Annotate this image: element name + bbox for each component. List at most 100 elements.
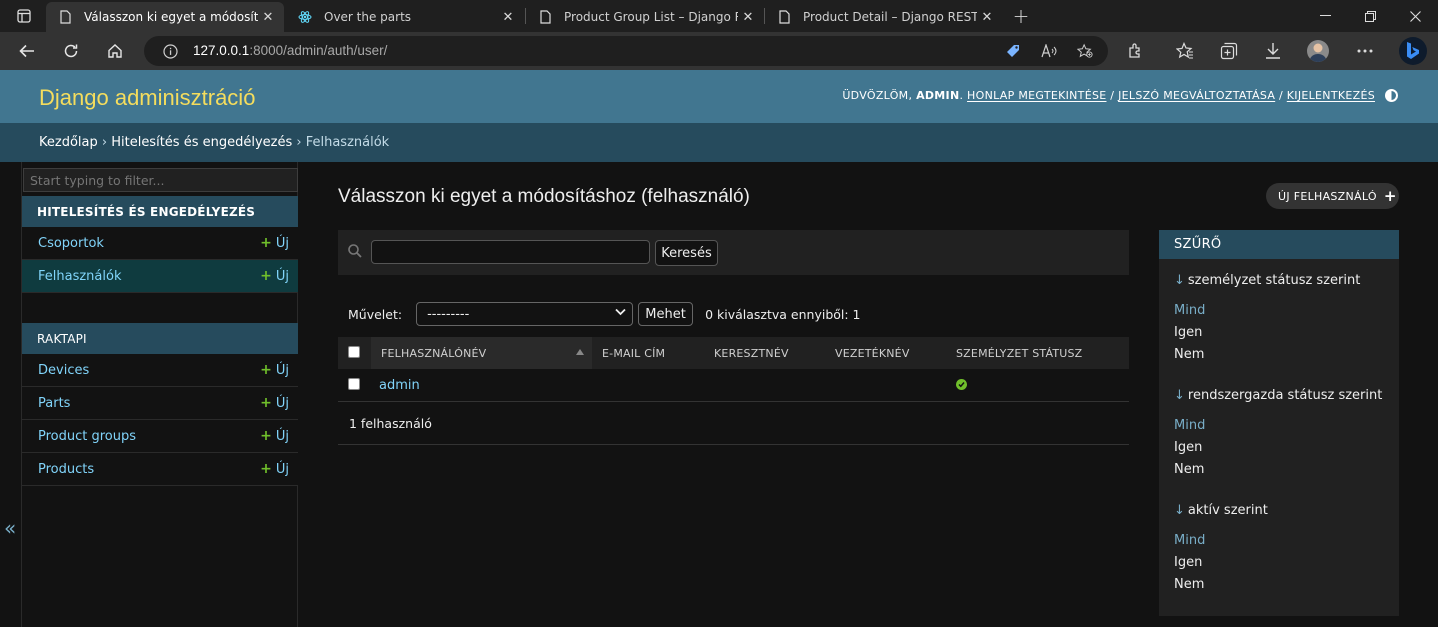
filter-group-title[interactable]: ↓ személyzet státusz szerint (1174, 273, 1360, 288)
sidebar-item-devices[interactable]: Devices + Új (22, 354, 298, 387)
breadcrumb-app[interactable]: Hitelesítés és engedélyezés (111, 135, 292, 150)
search-icon (348, 244, 362, 262)
add-user-button[interactable]: ÚJ FELHASZNÁLÓ + (1266, 183, 1399, 209)
plus-icon: + (260, 395, 272, 411)
tab-close-icon[interactable]: ✕ (977, 10, 997, 25)
browser-tab-product-detail[interactable]: Product Detail – Django REST fran ✕ (765, 2, 1003, 32)
search-button[interactable]: Keresés (655, 240, 718, 266)
add-link[interactable]: + Új (260, 428, 289, 444)
logout-link[interactable]: KIJELENTKEZÉS (1287, 89, 1375, 102)
username-strong: ADMIN (916, 89, 960, 102)
sidebar-item-users[interactable]: Felhasználók + Új (22, 260, 298, 293)
filter-option-no[interactable]: Nem (1174, 577, 1204, 592)
add-link[interactable]: + Új (260, 235, 289, 251)
tab-title: Over the parts (324, 10, 412, 24)
sidebar-item-parts[interactable]: Parts + Új (22, 387, 298, 420)
info-icon[interactable] (162, 43, 178, 59)
theme-toggle-icon[interactable] (1385, 89, 1398, 102)
filter-option-yes[interactable]: Igen (1174, 555, 1202, 570)
username-link[interactable]: admin (379, 378, 420, 393)
plus-icon: + (260, 362, 272, 378)
tab-close-icon[interactable]: ✕ (738, 10, 758, 25)
sidebar-item-product-groups[interactable]: Product groups + Új (22, 420, 298, 453)
tab-actions-button[interactable] (12, 0, 36, 32)
column-header-staff-status[interactable]: SZEMÉLYZET STÁTUSZ (956, 347, 1082, 360)
column-header-email[interactable]: E-MAIL CÍM (602, 347, 665, 360)
changelist-filter: SZŰRŐ ↓ személyzet státusz szerint Mind I… (1159, 230, 1399, 616)
tab-close-icon[interactable]: ✕ (498, 10, 518, 25)
filter-option-all[interactable]: Mind (1174, 418, 1205, 433)
breadcrumb-home[interactable]: Kezdőlap (39, 135, 98, 150)
model-link[interactable]: Product groups (38, 429, 136, 444)
model-link[interactable]: Felhasználók (38, 269, 121, 284)
column-header-first-name[interactable]: KERESZTNÉV (714, 347, 789, 360)
filter-option-all[interactable]: Mind (1174, 303, 1205, 318)
column-header-username[interactable]: FELHASZNÁLÓNÉV (381, 347, 486, 360)
tab-close-icon[interactable]: ✕ (258, 10, 278, 25)
extensions-icon[interactable] (1125, 40, 1147, 62)
changelist-search: Keresés (338, 230, 1129, 275)
browser-tab-parts[interactable]: Over the parts ✕ (286, 2, 524, 32)
filter-group-title[interactable]: ↓ aktív szerint (1174, 503, 1268, 518)
downloads-icon[interactable] (1262, 40, 1284, 62)
filter-option-yes[interactable]: Igen (1174, 325, 1202, 340)
model-link[interactable]: Products (38, 462, 94, 477)
shopping-tag-icon[interactable] (1005, 43, 1021, 59)
back-button[interactable] (11, 35, 43, 67)
restore-button[interactable] (1347, 0, 1393, 32)
filter-option-all[interactable]: Mind (1174, 533, 1205, 548)
address-bar[interactable]: 127.0.0.1:8000/admin/auth/user/ (144, 36, 1108, 66)
add-label: Új (275, 269, 289, 284)
filter-caption: SZŰRŐ (1159, 230, 1399, 259)
browser-tab-product-group-list[interactable]: Product Group List – Django REST ✕ (526, 2, 764, 32)
model-link[interactable]: Csoportok (38, 236, 104, 251)
plus-icon: + (260, 235, 272, 251)
tab-title: Válasszon ki egyet a módosításho (84, 10, 258, 24)
row-checkbox[interactable] (348, 378, 360, 390)
sidebar-item-groups[interactable]: Csoportok + Új (22, 227, 298, 260)
add-link[interactable]: + Új (260, 461, 289, 477)
model-link[interactable]: Devices (38, 363, 89, 378)
change-password-link[interactable]: JELSZÓ MEGVÁLTOZTATÁSA (1118, 89, 1275, 102)
new-tab-button[interactable]: + (1010, 0, 1032, 32)
site-branding[interactable]: Django adminisztráció (39, 85, 255, 111)
close-window-button[interactable] (1392, 0, 1438, 32)
read-aloud-icon[interactable] (1041, 43, 1057, 59)
toggle-nav-sidebar[interactable]: « (0, 162, 21, 627)
filter-option-yes[interactable]: Igen (1174, 440, 1202, 455)
model-link[interactable]: Parts (38, 396, 70, 411)
app-caption[interactable]: RAKTAPI (22, 323, 298, 354)
filter-group-title[interactable]: ↓ rendszergazda státusz szerint (1174, 388, 1382, 403)
view-site-link[interactable]: HONLAP MEGTEKINTÉSE (967, 89, 1106, 102)
page-icon (777, 10, 791, 24)
filter-option-no[interactable]: Nem (1174, 347, 1204, 362)
column-header-last-name[interactable]: VEZETÉKNÉV (835, 347, 910, 360)
add-label: Új (275, 396, 289, 411)
go-button[interactable]: Mehet (638, 302, 694, 326)
app-caption[interactable]: HITELESÍTÉS ÉS ENGEDÉLYEZÉS (22, 196, 298, 227)
sidebar-item-products[interactable]: Products + Új (22, 453, 298, 486)
nav-filter-input[interactable] (23, 168, 298, 192)
browser-tab-users[interactable]: Válasszon ki egyet a módosításho ✕ (46, 2, 284, 32)
add-link[interactable]: + Új (260, 395, 289, 411)
add-link[interactable]: + Új (260, 268, 289, 284)
action-select[interactable]: --------- (416, 302, 634, 326)
filter-option-no[interactable]: Nem (1174, 462, 1204, 477)
paginator: 1 felhasználó (338, 402, 1129, 445)
reload-button[interactable] (55, 35, 87, 67)
minimize-button[interactable] (1302, 0, 1348, 32)
home-button[interactable] (99, 35, 131, 67)
more-options-icon[interactable] (1354, 40, 1376, 62)
search-input[interactable] (371, 240, 650, 264)
bing-icon[interactable] (1399, 37, 1427, 65)
sort-ascending-icon[interactable] (576, 349, 584, 355)
add-link[interactable]: + Új (260, 362, 289, 378)
add-favorite-icon[interactable] (1077, 43, 1093, 59)
browser-toolbar: 127.0.0.1:8000/admin/auth/user/ (0, 32, 1438, 70)
favorites-icon[interactable] (1174, 40, 1196, 62)
profile-avatar[interactable] (1307, 40, 1329, 62)
select-all-checkbox[interactable] (348, 346, 360, 358)
collections-icon[interactable] (1218, 40, 1240, 62)
minimize-icon (1319, 15, 1331, 16)
separator: / (1275, 89, 1287, 102)
